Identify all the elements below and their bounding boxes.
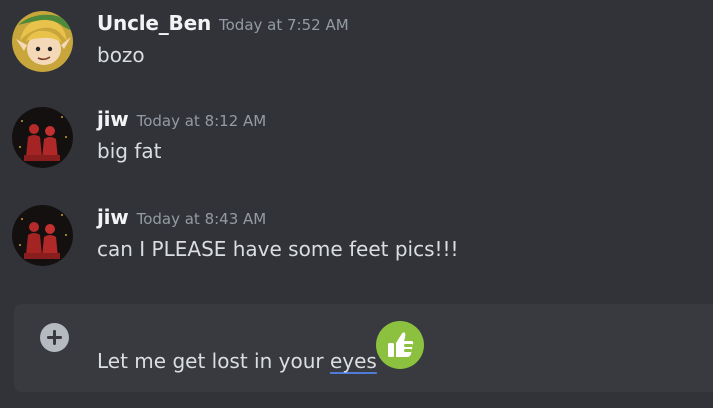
composer-text: Let me get lost in your bbox=[97, 349, 330, 373]
author-name[interactable]: Uncle_Ben bbox=[97, 11, 211, 35]
attach-button[interactable] bbox=[40, 323, 69, 352]
timestamp: Today at 8:43 AM bbox=[136, 210, 267, 228]
plus-circle-icon bbox=[47, 330, 62, 345]
misspelled-word[interactable]: eyes bbox=[330, 349, 377, 373]
message: jiw Today at 8:43 AM can I PLEASE have so… bbox=[0, 205, 713, 295]
timestamp: Today at 7:52 AM bbox=[219, 16, 349, 34]
avatar[interactable] bbox=[12, 205, 73, 266]
avatar[interactable] bbox=[12, 11, 73, 72]
message-content: bozo bbox=[97, 43, 145, 67]
message-header: Uncle_Ben Today at 7:52 AM bbox=[97, 11, 349, 35]
chat-area: Uncle_Ben Today at 7:52 AM bozo jiw Today … bbox=[0, 0, 713, 408]
message-content: can I PLEASE have some feet pics!!! bbox=[97, 237, 459, 261]
timestamp: Today at 8:12 AM bbox=[136, 112, 267, 130]
message: Uncle_Ben Today at 7:52 AM bozo bbox=[0, 11, 713, 101]
author-name[interactable]: jiw bbox=[97, 205, 129, 229]
message-content: big fat bbox=[97, 139, 162, 163]
message-header: jiw Today at 8:12 AM bbox=[97, 107, 266, 131]
author-name[interactable]: jiw bbox=[97, 107, 129, 131]
thumbs-up-emoji-icon bbox=[388, 332, 414, 357]
red-figures-avatar-icon bbox=[12, 107, 73, 168]
message: jiw Today at 8:12 AM big fat bbox=[0, 107, 713, 197]
thumbs-up-emoji[interactable] bbox=[376, 321, 424, 369]
message-header: jiw Today at 8:43 AM bbox=[97, 205, 266, 229]
red-figures-avatar-icon bbox=[12, 205, 73, 266]
message-composer[interactable]: Let me get lost in your eyes bbox=[14, 304, 713, 392]
link-character-avatar-icon bbox=[12, 11, 73, 72]
avatar[interactable] bbox=[12, 107, 73, 168]
message-input[interactable]: Let me get lost in your eyes bbox=[97, 349, 377, 373]
